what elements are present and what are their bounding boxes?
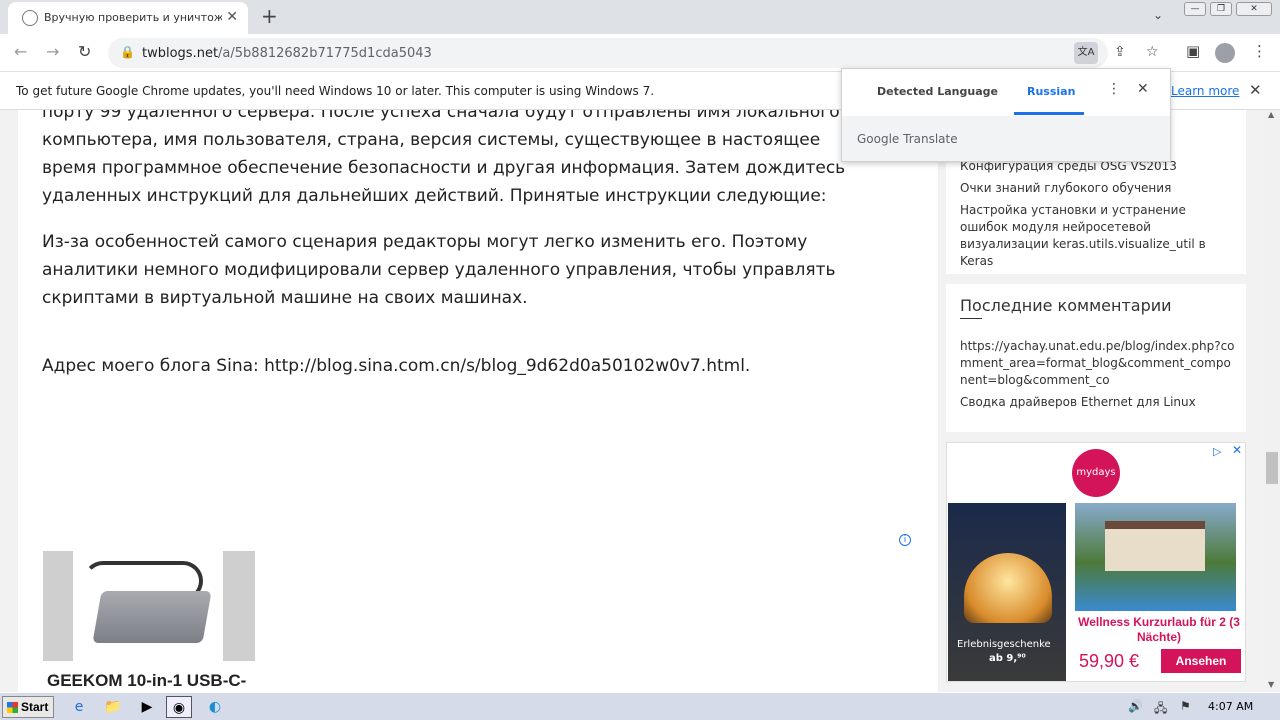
hotel-building-shape bbox=[1105, 521, 1205, 571]
sidebar-comment-link[interactable]: Сводка драйверов Ethernet для Linux bbox=[960, 394, 1235, 411]
ad-price-right: 59,90 € bbox=[1079, 651, 1140, 671]
tab-russian[interactable]: Russian bbox=[1027, 85, 1075, 98]
forward-arrow-icon[interactable]: → bbox=[46, 42, 59, 61]
article-paragraph: Из-за особенностей самого сценария редак… bbox=[42, 232, 836, 308]
address-bar[interactable]: 🔒 twblogs.net/a/5b8812682b71775d1cda5043… bbox=[108, 38, 1159, 68]
sidebar-ad[interactable]: ▷ ✕ mydays Erlebnisgeschenke ab 9,⁹⁰ Wel… bbox=[946, 442, 1246, 682]
web-page: порту 99 удаленного сервера. После успех… bbox=[0, 110, 1280, 692]
close-window-button[interactable]: ✕ bbox=[1236, 2, 1272, 16]
translate-popup: Detected Language Russian ⋮ ✕ Google Tra… bbox=[841, 68, 1171, 162]
active-tab-indicator bbox=[1014, 112, 1084, 115]
windows-taskbar: Start e 📁 ▶ ◉ ◐ 🔊 🖧 ⚑ 4:07 AM bbox=[0, 692, 1280, 720]
article-paragraph: порту 99 удаленного сервера. После успех… bbox=[42, 110, 846, 206]
scroll-down-arrow-icon[interactable]: ▼ bbox=[1268, 680, 1274, 689]
ad-hotel-image[interactable] bbox=[1075, 503, 1236, 611]
ad-choices-icon[interactable]: ▷ bbox=[1213, 445, 1227, 459]
mydays-logo: mydays bbox=[1072, 449, 1120, 497]
taskbar-clock[interactable]: 4:07 AM bbox=[1208, 700, 1253, 713]
edge-icon[interactable]: ◐ bbox=[202, 696, 228, 718]
comments-heading: Последние комментарии bbox=[960, 296, 1172, 315]
maximize-button[interactable]: ❐ bbox=[1210, 2, 1232, 16]
ad-view-button[interactable]: Ansehen bbox=[1161, 649, 1241, 673]
translate-icon[interactable]: 文A bbox=[1074, 42, 1098, 64]
ad-close-icon[interactable]: ✕ bbox=[1232, 443, 1242, 457]
translate-options-icon[interactable]: ⋮ bbox=[1107, 81, 1121, 97]
sidebar-link[interactable]: Настройка установки и устранение ошибок … bbox=[960, 202, 1235, 270]
sidebar-comment-link[interactable]: https://yachay.unat.edu.pe/blog/index.ph… bbox=[960, 338, 1235, 389]
ad-caption-right: Wellness Kurzurlaub für 2 (3 Nächte) bbox=[1078, 615, 1240, 644]
share-icon[interactable]: ⇪ bbox=[1114, 44, 1126, 60]
heading-underline bbox=[960, 318, 982, 319]
google-translate-label: Google Translate bbox=[857, 132, 958, 146]
sidebar-recent-comments: Последние комментарии https://yachay.una… bbox=[946, 284, 1246, 432]
bookmark-star-icon[interactable]: ☆ bbox=[1146, 44, 1159, 60]
usb-hub-shape bbox=[92, 591, 212, 643]
tab-title: Вручную проверить и уничтожить bbox=[44, 11, 222, 24]
explorer-folder-icon[interactable]: 📁 bbox=[100, 696, 126, 718]
ad-caption-left: Erlebnisgeschenke bbox=[957, 639, 1051, 650]
chrome-menu-icon[interactable]: ⋮ bbox=[1252, 42, 1267, 60]
tab-strip: Вручную проверить и уничтожить ✕ + ⌄ — ❐… bbox=[0, 0, 1280, 34]
ad-price-left: ab 9,⁹⁰ bbox=[989, 653, 1026, 664]
start-button[interactable]: Start bbox=[2, 696, 54, 718]
page-scrollbar[interactable]: ▲ ▼ bbox=[1264, 110, 1280, 692]
side-panel-icon[interactable]: ▣ bbox=[1186, 42, 1200, 60]
lock-icon[interactable]: 🔒 bbox=[120, 45, 135, 59]
ad-product-image[interactable] bbox=[43, 551, 255, 661]
glowing-dome-shape bbox=[964, 553, 1052, 623]
scroll-thumb[interactable] bbox=[1266, 452, 1278, 484]
tab-detected-language[interactable]: Detected Language bbox=[877, 85, 998, 98]
ad-info-icon[interactable]: i bbox=[899, 534, 911, 546]
sidebar-link[interactable]: Очки знаний глубокого обучения bbox=[960, 180, 1235, 197]
article-body: порту 99 удаленного сервера. После успех… bbox=[18, 110, 938, 692]
minimize-button[interactable]: — bbox=[1184, 2, 1206, 16]
media-player-icon[interactable]: ▶ bbox=[134, 696, 160, 718]
reload-icon[interactable]: ↻ bbox=[78, 42, 91, 61]
article-paragraph-blog-link[interactable]: Адрес моего блога Sina: http://blog.sina… bbox=[42, 352, 872, 380]
site-favicon-icon bbox=[22, 10, 38, 26]
tab-search-chevron-icon[interactable]: ⌄ bbox=[1153, 8, 1163, 22]
browser-toolbar: ← → ↻ 🔒 twblogs.net/a/5b8812682b71775d1c… bbox=[0, 34, 1280, 72]
windows-logo-icon bbox=[7, 702, 18, 713]
action-center-flag-icon[interactable]: ⚑ bbox=[1180, 699, 1191, 713]
learn-more-link[interactable]: Learn more bbox=[1171, 84, 1239, 98]
scroll-up-arrow-icon[interactable]: ▲ bbox=[1268, 110, 1274, 119]
infobar-close-icon[interactable]: ✕ bbox=[1249, 81, 1262, 99]
infobar-message: To get future Google Chrome updates, you… bbox=[16, 84, 655, 98]
browser-tab[interactable]: Вручную проверить и уничтожить ✕ bbox=[8, 2, 248, 34]
new-tab-button[interactable]: + bbox=[261, 4, 278, 28]
tab-close-icon[interactable]: ✕ bbox=[226, 9, 238, 25]
network-icon[interactable]: 🖧 bbox=[1154, 699, 1167, 720]
back-arrow-icon[interactable]: ← bbox=[14, 42, 27, 61]
ie-icon[interactable]: e bbox=[66, 696, 92, 718]
chrome-icon[interactable]: ◉ bbox=[166, 696, 192, 718]
volume-icon[interactable]: 🔊 bbox=[1128, 699, 1143, 713]
profile-avatar-icon[interactable] bbox=[1215, 43, 1235, 63]
ad-title[interactable]: GEEKOM 10-in-1 USB-C-Hub bbox=[47, 670, 257, 692]
translate-close-icon[interactable]: ✕ bbox=[1137, 81, 1149, 97]
url-text[interactable]: twblogs.net/a/5b8812682b71775d1cda5043 bbox=[142, 46, 432, 61]
